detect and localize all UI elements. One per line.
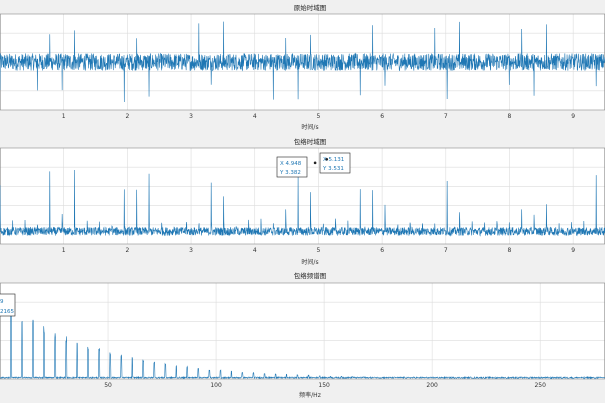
datatip-3[interactable]: 9 2165 — [0, 293, 16, 317]
x-tick-labels: 1 2 3 4 5 6 7 8 9 — [62, 247, 575, 254]
datatip-y: Y 3.531 — [322, 166, 344, 172]
x-tick-label: 9 — [571, 247, 575, 254]
x-tick-label: 9 — [571, 113, 575, 120]
x-tick-label: 2 — [125, 113, 129, 120]
datatip-2[interactable]: X 5.131 Y 3.531 — [319, 152, 351, 174]
x-tick-label: 6 — [380, 113, 384, 120]
x-tick-label: 5 — [317, 113, 321, 120]
x-tick-label: 4 — [253, 247, 257, 254]
figure-window: 原始时域图 1 2 3 4 5 6 7 8 9 时间/s 包络时域图 1 2 3 4 5 6 7 8 9 时间/… — [0, 0, 605, 403]
x-tick-label: 150 — [318, 382, 330, 389]
x-axis-label: 时间/s — [301, 258, 318, 266]
panel-envelope-time: 包络时域图 1 2 3 4 5 6 7 8 9 时间/s X 4.948 Y 3.382 X 5… — [0, 137, 605, 266]
x-tick-label: 8 — [508, 113, 512, 120]
panel-raw-time: 原始时域图 1 2 3 4 5 6 7 8 9 时间/s — [0, 3, 605, 131]
x-tick-label: 100 — [210, 382, 222, 389]
x-tick-label: 2 — [125, 247, 129, 254]
chart-title: 原始时域图 — [294, 3, 327, 12]
x-tick-label: 8 — [508, 247, 512, 254]
datatip-x: 9 — [0, 299, 4, 305]
x-tick-label: 250 — [534, 382, 546, 389]
chart-title: 包络频谱图 — [294, 271, 327, 280]
datatip-marker — [325, 157, 329, 161]
x-axis-label: 时间/s — [301, 123, 318, 131]
datatip-x: X 4.948 — [280, 161, 302, 167]
chart-title: 包络时域图 — [294, 137, 327, 146]
x-axis-label: 频率/Hz — [299, 391, 321, 399]
x-tick-label: 3 — [189, 247, 193, 254]
x-tick-label: 7 — [444, 113, 448, 120]
x-tick-label: 50 — [104, 382, 112, 389]
x-tick-labels: 50 100 150 200 250 — [104, 382, 546, 389]
x-tick-label: 6 — [380, 247, 384, 254]
x-tick-label: 3 — [189, 113, 193, 120]
panel-envelope-spectrum: 包络频谱图 50 100 150 200 250 频率/Hz 9 2165 — [0, 271, 605, 399]
x-tick-label: 1 — [62, 247, 66, 254]
x-tick-label: 5 — [317, 247, 321, 254]
datatip-marker — [313, 161, 317, 165]
datatip-y: 2165 — [0, 309, 14, 315]
x-tick-labels: 1 2 3 4 5 6 7 8 9 — [62, 113, 575, 120]
x-tick-label: 1 — [62, 113, 66, 120]
x-tick-label: 200 — [426, 382, 438, 389]
x-tick-label: 4 — [253, 113, 257, 120]
datatip-y: Y 3.382 — [279, 170, 301, 176]
x-tick-label: 7 — [444, 247, 448, 254]
axes-background — [0, 283, 605, 379]
figure-canvas: 原始时域图 1 2 3 4 5 6 7 8 9 时间/s 包络时域图 1 2 3 4 5 6 7 8 9 时间/… — [0, 3, 605, 399]
